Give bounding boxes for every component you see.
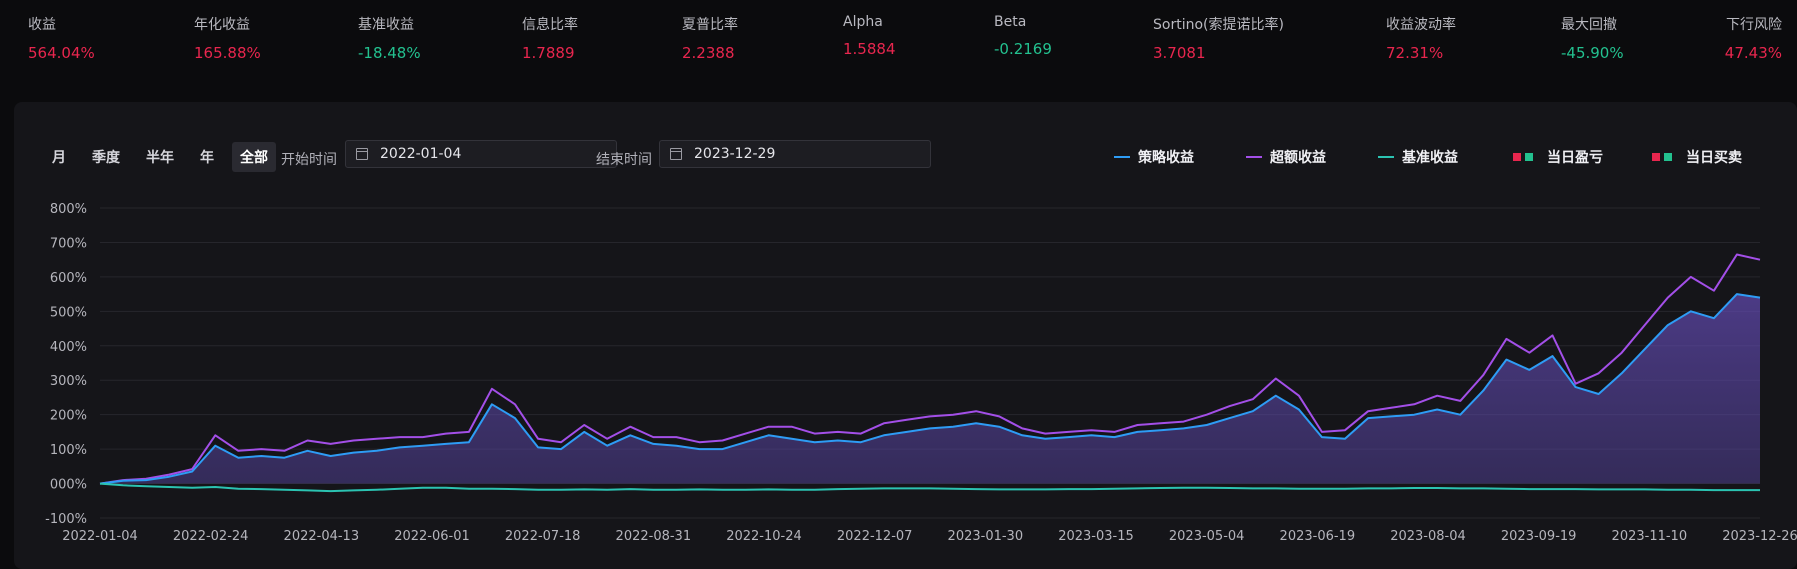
series-line-2	[99, 482, 1760, 493]
y-tick-label: -100%	[45, 512, 87, 527]
y-tick-label: 200%	[50, 409, 87, 424]
y-tick-label: 400%	[50, 340, 87, 355]
x-tick-label: 2022-01-04	[62, 529, 138, 544]
x-tick-label: 2023-01-30	[948, 529, 1024, 544]
y-tick-label: 500%	[50, 305, 87, 320]
x-tick-label: 2023-03-15	[1058, 529, 1134, 544]
line-chart: -100% 000% 100% 200% 300% 400% 500% 600% 700% 800…	[45, 202, 1797, 544]
x-tick-label: 2023-06-19	[1280, 529, 1356, 544]
y-tick-label: 800%	[50, 202, 87, 217]
x-tick-label: 2022-06-01	[394, 529, 470, 544]
x-tick-label: 2023-12-26	[1722, 529, 1797, 544]
y-tick-label: 000%	[50, 478, 87, 493]
strategy-area	[100, 294, 1760, 484]
y-tick-label: 300%	[50, 374, 87, 389]
x-tick-label: 2022-10-24	[726, 529, 802, 544]
x-tick-label: 2022-07-18	[505, 529, 581, 544]
y-tick-label: 700%	[50, 236, 87, 251]
x-tick-label: 2022-12-07	[837, 529, 913, 544]
y-tick-label: 100%	[50, 443, 87, 458]
x-tick-label: 2022-02-24	[173, 529, 249, 544]
x-tick-label: 2023-08-04	[1390, 529, 1466, 544]
y-tick-label: 600%	[50, 271, 87, 286]
x-tick-label: 2023-11-10	[1612, 529, 1688, 544]
x-tick-label: 2023-09-19	[1501, 529, 1577, 544]
x-tick-label: 2023-05-04	[1169, 529, 1245, 544]
x-tick-label: 2022-08-31	[616, 529, 692, 544]
x-tick-label: 2022-04-13	[284, 529, 360, 544]
